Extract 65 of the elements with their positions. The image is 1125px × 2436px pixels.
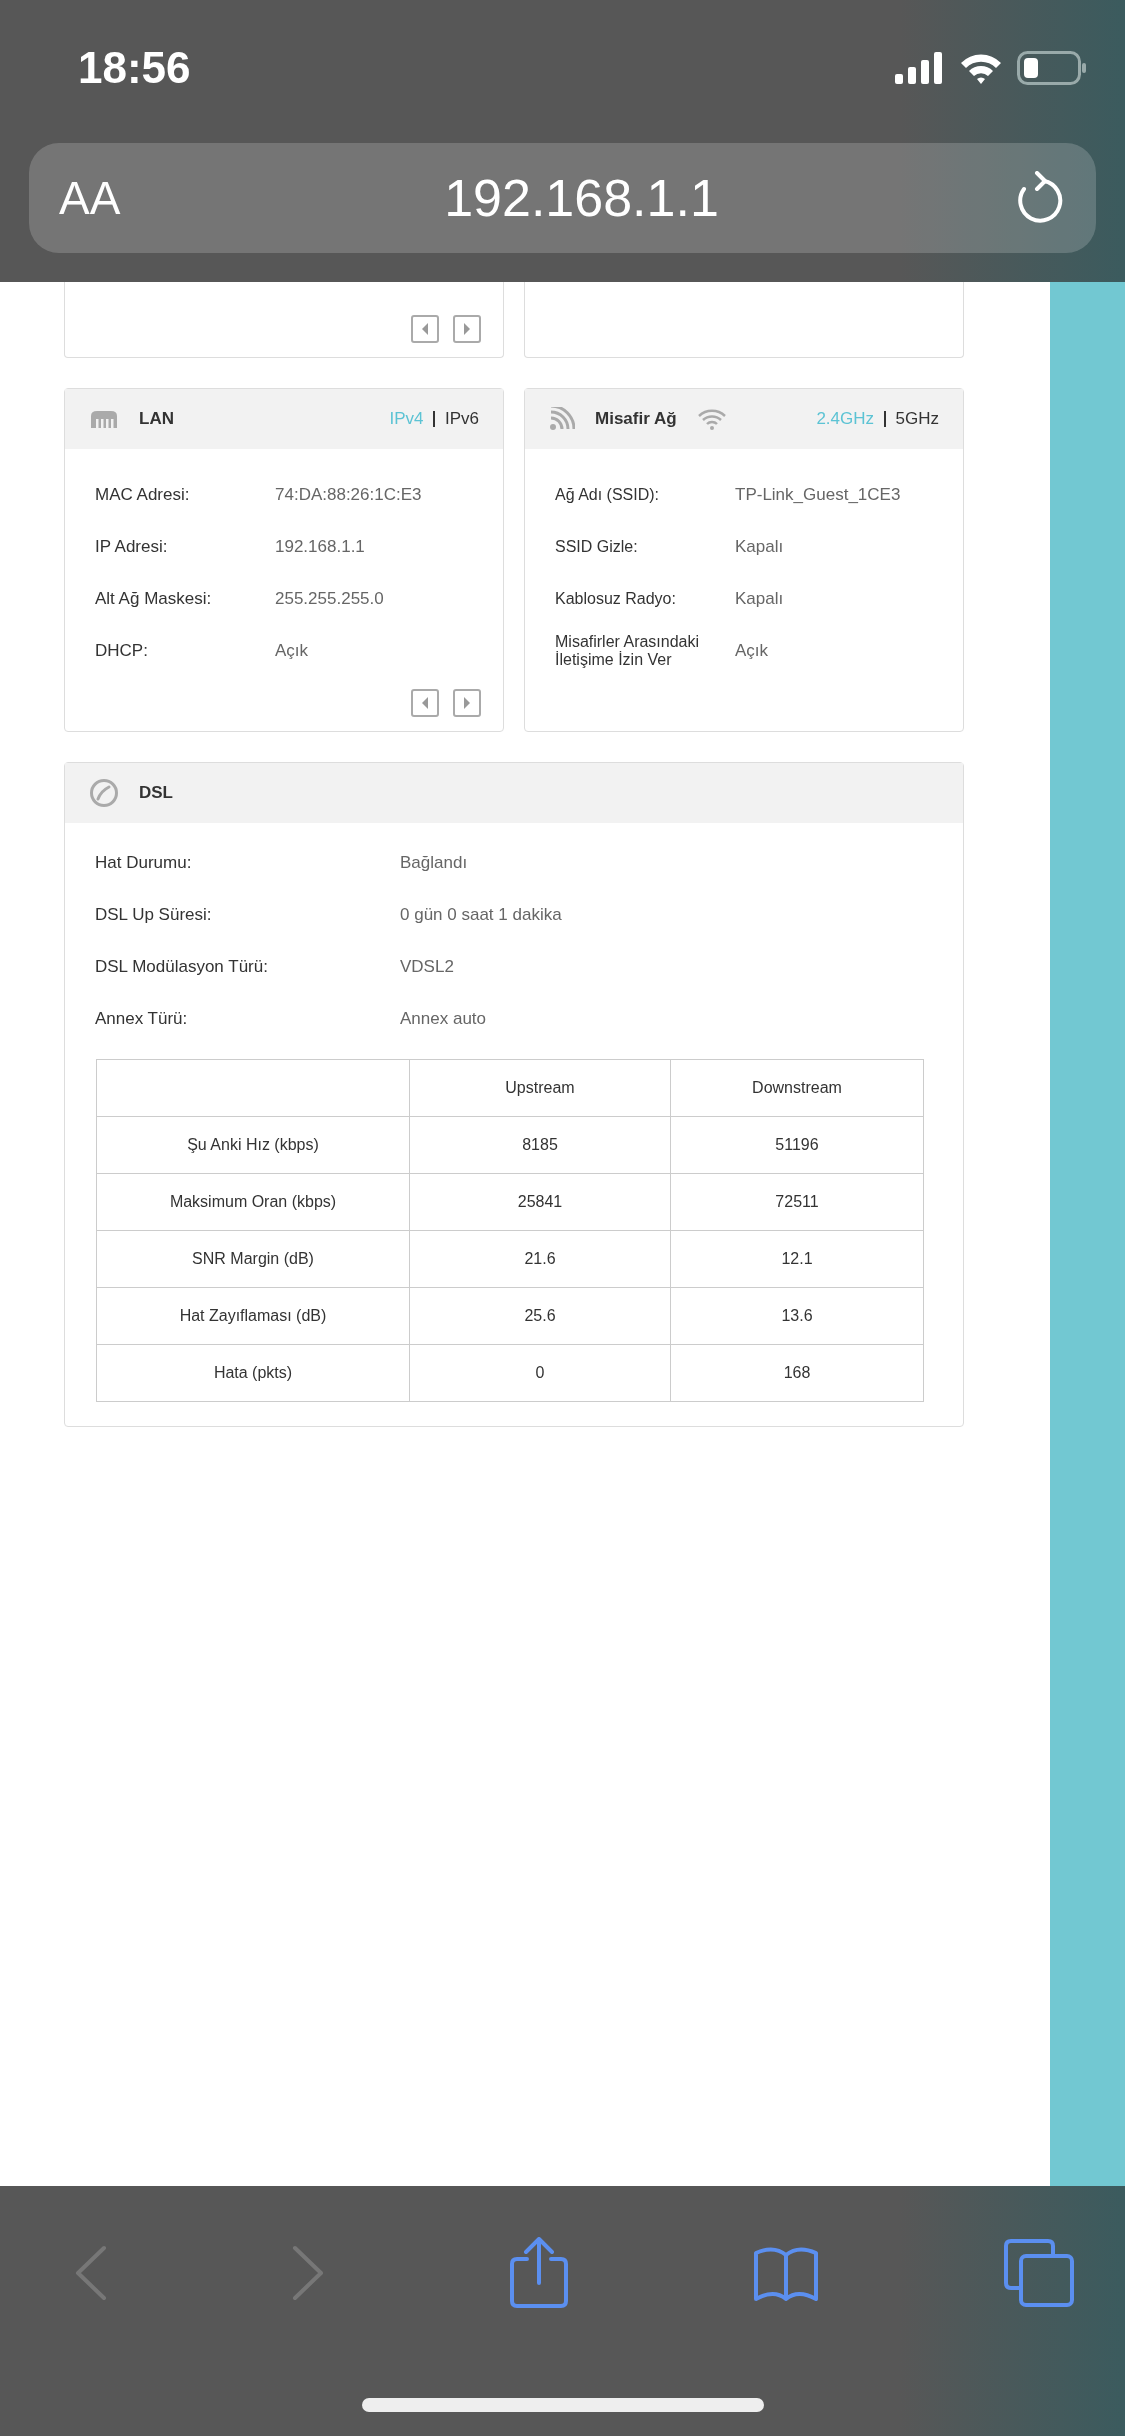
table-cell: Şu Anki Hız (kbps) [96,1116,410,1174]
text-size-button[interactable]: AA [59,171,149,225]
table-cell: 168 [670,1344,924,1402]
field-value: Bağlandı [400,853,468,873]
table-cell: 25841 [409,1173,671,1231]
field-value: TP-Link_Guest_1CE3 [735,485,901,505]
field-value: Kapalı [735,537,784,557]
signal-icon [895,52,945,84]
table-cell: 21.6 [409,1230,671,1288]
field-label: Kablosuz Radyo: [555,589,677,609]
phone-dial-icon [89,778,119,808]
field-label: IP Adresi: [95,537,169,557]
address-bar[interactable]: AA 192.168.1.1 [29,143,1096,253]
next-button[interactable] [453,315,481,343]
field-label: SSID Gizle: [555,537,639,557]
share-icon[interactable] [508,2237,569,2309]
column-header: Downstream [670,1059,924,1117]
field-value: 74:DA:88:26:1C:E3 [275,485,422,505]
broadcast-icon [549,407,575,431]
table-cell: 13.6 [670,1287,924,1345]
card-title: DSL [139,783,173,803]
field-value: VDSL2 [400,957,454,977]
table-cell: 0 [409,1344,671,1402]
field-label: DSL Modülasyon Türü: [95,957,269,977]
table-cell: 72511 [670,1173,924,1231]
table-cell: 51196 [670,1116,924,1174]
battery-icon [1017,51,1087,85]
table-cell: 12.1 [670,1230,924,1288]
field-label: MAC Adresi: [95,485,191,505]
ethernet-port-icon [89,408,119,430]
url-text: 192.168.1.1 [443,168,720,228]
field-label: DHCP: [95,641,149,661]
wifi-icon [696,408,727,430]
status-time: 18:56 [78,43,191,93]
previous-button[interactable] [411,315,439,343]
field-value: Kapalı [735,589,784,609]
bookmarks-icon[interactable] [751,2245,820,2301]
field-value: 0 gün 0 saat 1 dakika [400,905,562,925]
table-cell: Maksimum Oran (kbps) [96,1173,410,1231]
field-label: Annex Türü: [95,1009,189,1029]
field-value: 255.255.255.0 [275,589,384,609]
table-cell: Hat Zayıflaması (dB) [96,1287,410,1345]
table-cell: SNR Margin (dB) [96,1230,410,1288]
tabs-icon[interactable] [1003,2238,1075,2308]
field-label: Hat Durumu: [95,853,193,873]
field-label: DSL Up Süresi: [95,905,213,925]
card-title: Misafir Ağ [595,409,677,429]
card-title: LAN [139,409,174,429]
field-value: Açık [275,641,309,661]
caret-right-icon [461,696,473,710]
caret-right-icon [461,322,473,336]
previous-button[interactable] [411,689,439,717]
next-button[interactable] [453,689,481,717]
table-cell: Hata (pkts) [96,1344,410,1402]
protocol-tab[interactable]: IPv6 [444,409,479,429]
field-label: Ağ Adı (SSID): [555,485,661,505]
field-label: Misafirler Arasındaki İletişime İzin Ver [555,632,701,670]
field-value: Annex auto [400,1009,486,1029]
field-value: Açık [735,641,769,661]
field-label: Alt Ağ Maskesi: [95,589,213,609]
table-cell: 8185 [409,1116,671,1174]
band-tab[interactable]: 5GHz [895,409,939,429]
table-cell: 25.6 [409,1287,671,1345]
field-value: 192.168.1.1 [275,537,365,557]
column-header: Upstream [409,1059,671,1117]
